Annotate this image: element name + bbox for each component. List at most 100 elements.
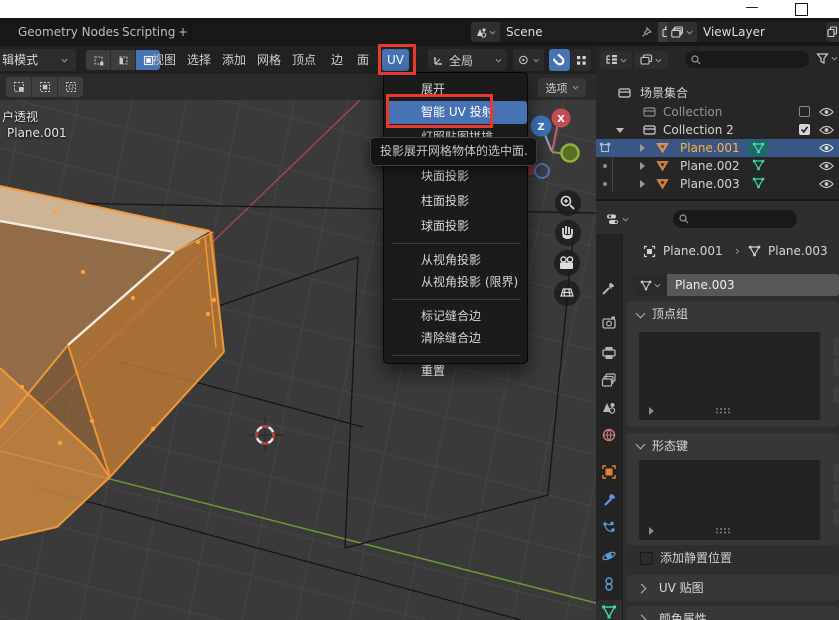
mode-dropdown[interactable]: 辑模式 [0, 49, 76, 71]
outliner-filter-button[interactable] [816, 52, 838, 65]
outliner-row-scene-collection[interactable]: 场景集合 [596, 84, 839, 102]
pin-icon[interactable] [641, 27, 652, 38]
tab-view-layer-icon[interactable] [601, 372, 617, 388]
vertex-group-remove-button[interactable] [833, 358, 839, 376]
list-expand-icon[interactable] [649, 407, 654, 415]
shape-key-specials-button[interactable] [833, 509, 839, 525]
camera-view-button[interactable] [554, 250, 580, 276]
proportional-editing-button[interactable] [571, 49, 591, 71]
shape-keys-list[interactable] [639, 460, 820, 540]
collection-checkbox[interactable] [799, 106, 810, 117]
transform-orientation-dropdown[interactable]: 全局 [428, 49, 507, 71]
shape-key-remove-button[interactable] [833, 484, 839, 502]
eye-icon[interactable] [819, 107, 834, 117]
section-collapse-icon[interactable] [636, 309, 646, 319]
select-subtract-button[interactable] [58, 77, 83, 97]
orthographic-button[interactable] [554, 280, 580, 306]
gizmo-axis-y[interactable] [562, 145, 579, 162]
menu-item-project-from-view-bounds[interactable]: 从视角投影 (限界) [384, 271, 527, 293]
tab-physics-icon[interactable] [601, 548, 617, 564]
eye-icon[interactable] [819, 179, 834, 189]
expand-triangle-icon[interactable] [640, 162, 645, 170]
resize-grip-icon[interactable] [715, 407, 731, 414]
select-extend-button[interactable] [32, 77, 57, 97]
rest-position-checkbox[interactable] [640, 552, 653, 565]
outliner-row-collection-2[interactable]: Collection 2 [596, 121, 839, 139]
properties-search-input[interactable] [673, 210, 797, 228]
expand-triangle-icon[interactable] [640, 180, 645, 188]
breadcrumb-object[interactable]: Plane.001 [663, 239, 723, 263]
pivot-point-dropdown[interactable] [513, 49, 544, 71]
viewlayer-browse-button[interactable] [667, 22, 697, 42]
vertex-group-specials-button[interactable] [833, 387, 839, 403]
uv-maps-panel-header[interactable]: UV 贴图 [626, 575, 839, 601]
tab-output-icon[interactable] [601, 345, 617, 361]
breadcrumb-data[interactable]: Plane.003 [768, 239, 828, 263]
outliner-row-collection[interactable]: Collection [596, 103, 839, 121]
vertex-groups-list[interactable] [639, 332, 820, 420]
menu-edge[interactable]: 边 [331, 46, 343, 74]
scene-name-field[interactable]: Scene [500, 22, 658, 42]
section-collapse-icon[interactable] [636, 440, 646, 450]
outliner-search-input[interactable] [685, 51, 809, 68]
vertex-select-button[interactable] [86, 50, 111, 70]
vertex-groups-header[interactable]: 顶点组 [652, 301, 688, 327]
menu-item-sphere-projection[interactable]: 球面投影 [384, 215, 527, 237]
tab-constraints-icon[interactable] [601, 576, 617, 592]
shape-key-add-button[interactable] [833, 464, 839, 482]
resize-grip-icon[interactable] [715, 527, 731, 534]
scene-browse-button[interactable] [471, 22, 500, 42]
outliner-row-plane-001[interactable]: Plane.001 [596, 139, 839, 157]
tab-scene-icon[interactable] [601, 399, 617, 415]
menu-item-mark-seam[interactable]: 标记缝合边 [384, 305, 527, 327]
mesh-id-browse-button[interactable] [633, 274, 667, 296]
color-attributes-panel-header[interactable]: 颜色属性 [626, 606, 839, 620]
menu-mesh[interactable]: 网格 [257, 46, 281, 74]
eye-icon[interactable] [819, 161, 834, 171]
tab-object-data-icon[interactable] [601, 604, 617, 620]
snap-toggle-button[interactable] [549, 49, 570, 71]
tab-render-icon[interactable] [601, 315, 617, 331]
outliner-row-plane-003[interactable]: Plane.003 [596, 175, 839, 193]
eye-icon[interactable] [819, 143, 834, 153]
menu-add[interactable]: 添加 [222, 46, 246, 74]
menu-item-cube-projection[interactable]: 块面投影 [384, 165, 527, 187]
select-set-button[interactable] [6, 77, 31, 97]
menu-item-reset[interactable]: 重置 [384, 360, 527, 382]
zoom-button[interactable] [555, 190, 581, 216]
edge-select-button[interactable] [111, 50, 136, 70]
tab-tool-icon[interactable] [601, 280, 617, 296]
list-expand-icon[interactable] [649, 527, 654, 535]
menu-face[interactable]: 面 [357, 46, 369, 74]
tab-object-icon[interactable] [601, 464, 617, 480]
minimize-button[interactable]: — [742, 0, 762, 18]
options-dropdown[interactable]: 选项 [538, 78, 586, 97]
mesh-name-value[interactable]: Plane.003 [667, 274, 839, 296]
outliner-row-plane-002[interactable]: Plane.002 [596, 157, 839, 175]
menu-item-clear-seam[interactable]: 清除缝合边 [384, 327, 527, 349]
collection-checkbox[interactable] [799, 124, 810, 135]
tab-particles-icon[interactable] [601, 520, 617, 536]
pan-button[interactable] [555, 220, 581, 246]
menu-item-cylinder-projection[interactable]: 柱面投影 [384, 190, 527, 212]
eye-icon[interactable] [819, 125, 834, 135]
viewlayer-add-button[interactable] [826, 22, 839, 42]
add-workspace-button[interactable]: + [178, 18, 188, 46]
menu-select[interactable]: 选择 [187, 46, 211, 74]
menu-item-project-from-view[interactable]: 从视角投影 [384, 249, 527, 271]
viewlayer-name-field[interactable]: ViewLayer [697, 22, 829, 42]
expand-triangle-icon[interactable] [640, 144, 645, 152]
tab-world-icon[interactable] [601, 427, 617, 443]
menu-vertex[interactable]: 顶点 [292, 46, 316, 74]
outliner-type-dropdown[interactable] [600, 51, 632, 69]
mesh-name-field[interactable]: Plane.003 [633, 274, 839, 296]
tab-geometry-nodes[interactable]: Geometry Nodes [18, 18, 119, 46]
menu-view[interactable]: 视图 [152, 46, 176, 74]
tab-scripting[interactable]: Scripting [122, 18, 175, 46]
maximize-icon[interactable] [795, 3, 808, 16]
shape-keys-header[interactable]: 形态键 [652, 433, 688, 459]
disclosure-triangle-icon[interactable] [616, 128, 624, 133]
gizmo-axis-neg-z[interactable] [535, 164, 549, 178]
tab-modifiers-icon[interactable] [601, 492, 617, 508]
vertex-group-add-button[interactable] [833, 338, 839, 356]
